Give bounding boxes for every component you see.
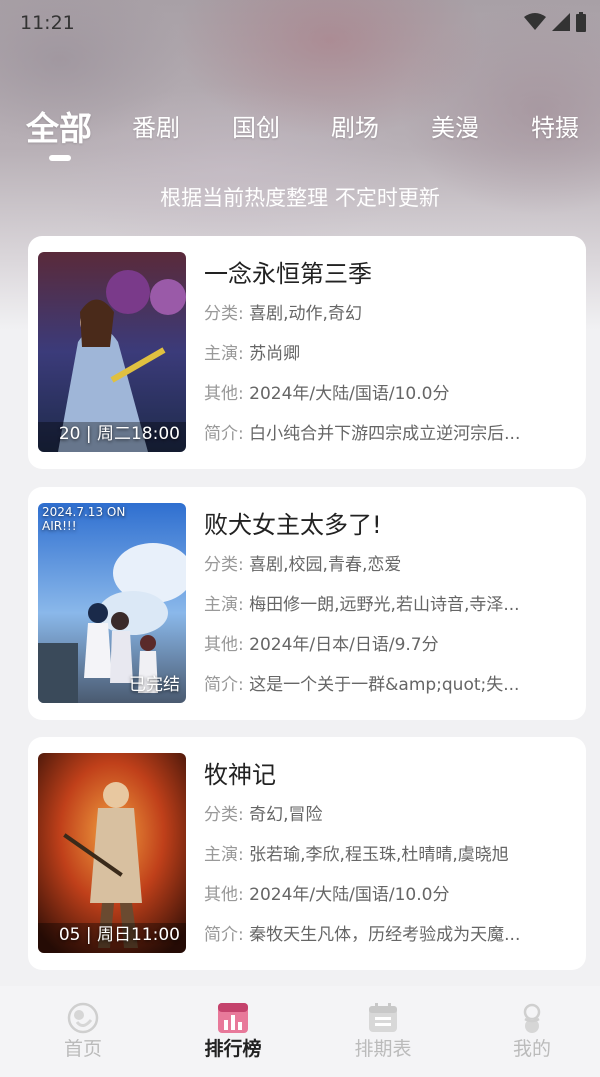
tab-american-comics[interactable]: 美漫 bbox=[431, 108, 479, 143]
category-label: 分类: bbox=[204, 555, 244, 575]
home-icon bbox=[67, 1002, 99, 1034]
tab-all[interactable]: 全部 bbox=[26, 102, 92, 150]
calendar-icon bbox=[369, 1003, 397, 1032]
ranking-icon bbox=[218, 1003, 248, 1033]
poster-airdate-text: 2024.7.13 ON AIR!!! bbox=[42, 505, 126, 533]
other-label: 其他: bbox=[204, 384, 244, 404]
intro-value: 白小纯合并下游四宗成立逆河宗后... bbox=[249, 424, 521, 444]
category-label: 分类: bbox=[204, 304, 244, 324]
poster-image: 05 | 周日11:00 bbox=[38, 753, 186, 953]
episode-badge: 20 | 周二18:00 bbox=[58, 424, 180, 444]
category-value: 喜剧,校园,青春,恋爱 bbox=[249, 555, 402, 575]
signal-icon bbox=[552, 13, 570, 31]
intro-value: 秦牧天生凡体，历经考验成为天魔... bbox=[249, 925, 521, 945]
nav-profile-label: 我的 bbox=[512, 1038, 551, 1060]
anime-title[interactable]: 牧神记 bbox=[204, 755, 582, 795]
ranking-card[interactable]: 20 | 周二18:00 一念永恒第三季 分类: 喜剧,动作,奇幻 主演: 苏尚… bbox=[28, 236, 586, 469]
episode-badge: 已完结 bbox=[129, 675, 180, 695]
other-value: 2024年/日本/日语/9.7分 bbox=[249, 635, 439, 655]
intro-label: 简介: bbox=[204, 925, 244, 945]
nav-schedule[interactable]: 排期表 bbox=[333, 986, 433, 1077]
cast-label: 主演: bbox=[204, 845, 244, 865]
other-value: 2024年/大陆/国语/10.0分 bbox=[249, 885, 450, 905]
ranking-card[interactable]: 2024.7.13 ON AIR!!! 已完结 败犬女主太多了! 分类: 喜剧,… bbox=[28, 487, 586, 720]
cast-value: 苏尚卿 bbox=[249, 344, 301, 364]
episode-badge: 05 | 周日11:00 bbox=[58, 925, 180, 945]
category-tabs: 全部 番剧 国创 剧场 美漫 特摄 bbox=[0, 98, 600, 168]
tab-fanju[interactable]: 番剧 bbox=[132, 108, 180, 143]
nav-home[interactable]: 首页 bbox=[33, 986, 133, 1077]
other-label: 其他: bbox=[204, 885, 244, 905]
battery-icon bbox=[576, 12, 586, 32]
cast-value: 梅田修一朗,远野光,若山诗音,寺泽... bbox=[249, 595, 520, 615]
intro-value: 这是一个关于一群&amp;quot;失... bbox=[249, 675, 520, 695]
status-bar: 11:21 bbox=[0, 0, 600, 46]
other-value: 2024年/大陆/国语/10.0分 bbox=[249, 384, 450, 404]
intro-label: 简介: bbox=[204, 424, 244, 444]
ranking-card[interactable]: 05 | 周日11:00 牧神记 分类: 奇幻,冒险 主演: 张若瑜,李欣,程玉… bbox=[28, 737, 586, 970]
nav-ranking[interactable]: 排行榜 bbox=[183, 986, 283, 1077]
category-label: 分类: bbox=[204, 805, 244, 825]
category-value: 喜剧,动作,奇幻 bbox=[249, 304, 362, 324]
nav-profile[interactable]: 我的 bbox=[482, 986, 582, 1077]
anime-title[interactable]: 败犬女主太多了! bbox=[204, 505, 582, 545]
cast-label: 主演: bbox=[204, 595, 244, 615]
status-time: 11:21 bbox=[20, 12, 75, 34]
other-label: 其他: bbox=[204, 635, 244, 655]
category-value: 奇幻,冒险 bbox=[249, 805, 323, 825]
poster-image: 2024.7.13 ON AIR!!! 已完结 bbox=[38, 503, 186, 703]
bottom-navigation: 首页 排行榜 排期表 我的 bbox=[0, 986, 600, 1077]
cast-value: 张若瑜,李欣,程玉珠,杜晴晴,虞晓旭 bbox=[249, 845, 509, 865]
active-tab-indicator bbox=[49, 155, 71, 161]
anime-title[interactable]: 一念永恒第三季 bbox=[204, 254, 582, 294]
tab-guochuang[interactable]: 国创 bbox=[232, 108, 280, 143]
cast-label: 主演: bbox=[204, 344, 244, 364]
nav-home-label: 首页 bbox=[63, 1038, 102, 1060]
ranking-subtitle: 根据当前热度整理 不定时更新 bbox=[160, 186, 440, 210]
poster-image: 20 | 周二18:00 bbox=[38, 252, 186, 452]
status-icons bbox=[524, 12, 586, 32]
wifi-icon bbox=[524, 13, 546, 30]
nav-schedule-label: 排期表 bbox=[354, 1038, 412, 1060]
intro-label: 简介: bbox=[204, 675, 244, 695]
user-icon bbox=[523, 1003, 541, 1033]
tab-tokusatsu[interactable]: 特摄 bbox=[531, 108, 579, 143]
nav-ranking-label: 排行榜 bbox=[204, 1038, 262, 1060]
tab-theater[interactable]: 剧场 bbox=[331, 108, 379, 143]
